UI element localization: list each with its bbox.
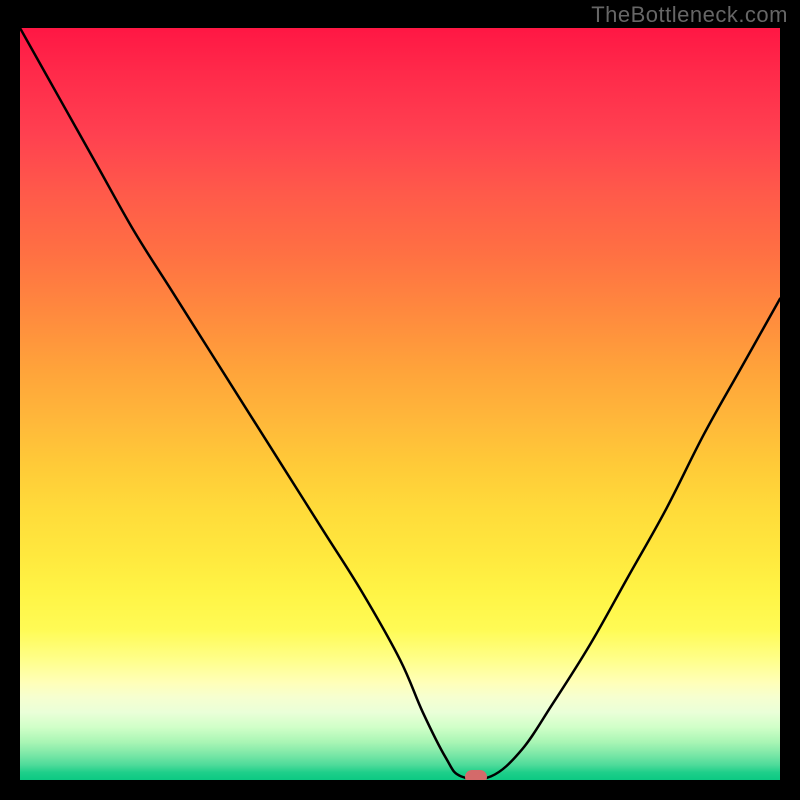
bottleneck-curve xyxy=(20,28,780,780)
bottleneck-chart xyxy=(20,28,780,780)
watermark-text: TheBottleneck.com xyxy=(591,2,788,28)
minimum-point-marker xyxy=(465,770,487,780)
